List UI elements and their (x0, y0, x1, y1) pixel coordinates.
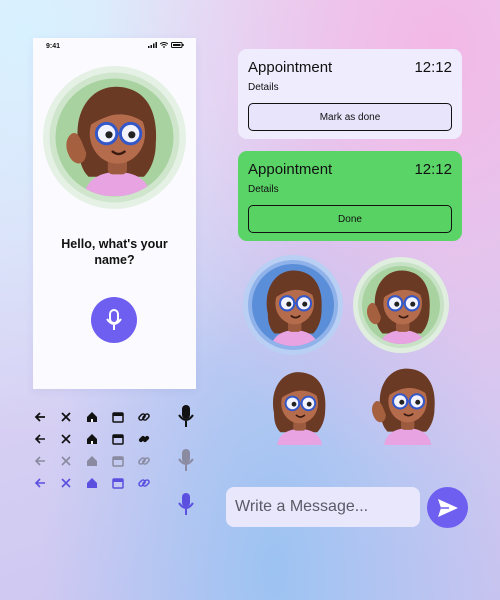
calendar-icon (111, 432, 125, 446)
close-icon (59, 410, 73, 424)
appointment-card-done: Appointment 12:12 Details Done (238, 151, 462, 241)
home-icon (85, 454, 99, 468)
arrow-left-icon (33, 454, 47, 468)
avatar-blue (243, 255, 343, 355)
card-time: 12:12 (414, 59, 452, 76)
microphone-icon (178, 493, 194, 515)
status-icons (148, 42, 184, 48)
send-button[interactable] (427, 487, 468, 528)
home-icon (85, 476, 99, 490)
signal-icon (148, 42, 157, 48)
status-time: 9:41 (46, 43, 61, 50)
close-icon (59, 454, 73, 468)
home-icon (85, 432, 99, 446)
greeting-line-2: name? (94, 253, 135, 267)
card-title: Appointment (248, 59, 333, 76)
calendar-icon (111, 476, 125, 490)
link-icon (137, 454, 151, 468)
arrow-left-icon (33, 410, 47, 424)
avatar-large (43, 66, 186, 209)
close-icon (59, 476, 73, 490)
message-input[interactable]: Write a Message... (226, 487, 420, 527)
arrow-left-icon (33, 476, 47, 490)
arrow-left-icon (33, 432, 47, 446)
mark-as-done-button[interactable]: Mark as done (248, 103, 452, 131)
link-icon (137, 476, 151, 490)
appointment-card: Appointment 12:12 Details Mark as done (238, 49, 462, 139)
calendar-icon (111, 410, 125, 424)
close-icon (59, 432, 73, 446)
home-icon (85, 410, 99, 424)
avatar-waving (364, 367, 448, 445)
microphone-icon (178, 449, 194, 471)
voice-input-button[interactable] (91, 297, 137, 343)
card-title: Appointment (248, 161, 333, 178)
greeting-line-1: Hello, what's your (61, 237, 168, 251)
card-details: Details (248, 184, 279, 195)
done-button[interactable]: Done (248, 205, 452, 233)
message-placeholder: Write a Message... (235, 498, 369, 515)
card-time: 12:12 (414, 161, 452, 178)
avatar-green (353, 257, 449, 353)
link-icon (137, 432, 151, 446)
send-icon (437, 498, 458, 517)
card-details: Details (248, 82, 279, 93)
wifi-icon (160, 42, 168, 48)
link-icon (137, 410, 151, 424)
microphone-icon (178, 405, 194, 427)
greeting-question: Hello, what's your name? (33, 236, 196, 268)
avatar-plain (271, 371, 327, 445)
microphone-icon (106, 309, 122, 330)
battery-icon (171, 42, 184, 48)
status-bar: 9:41 (33, 38, 196, 56)
phone-screen: 9:41 Hello, what's your name? (33, 38, 196, 389)
calendar-icon (111, 454, 125, 468)
